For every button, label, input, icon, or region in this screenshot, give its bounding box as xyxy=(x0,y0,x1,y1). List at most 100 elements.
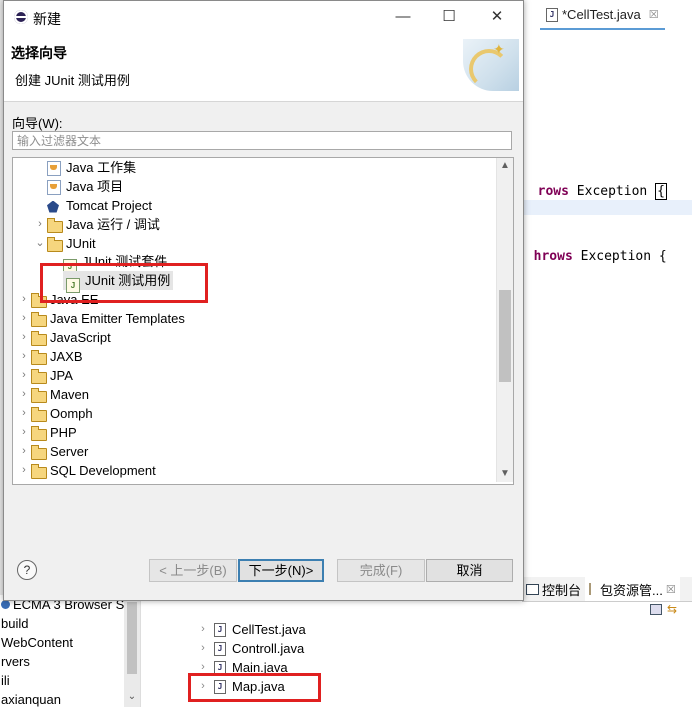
folder-icon xyxy=(31,368,47,384)
link-editor-icon[interactable]: ⇆ xyxy=(667,603,679,615)
folder-icon xyxy=(31,349,47,365)
expand-arrow-icon[interactable]: › xyxy=(17,290,31,309)
browser-icon xyxy=(1,600,10,609)
highlight-junit-test-case xyxy=(40,263,208,303)
tree-item-java-working-set[interactable]: Java 工作集 xyxy=(33,158,136,177)
dialog-title: 新建 xyxy=(33,11,61,27)
tree-item-oomph[interactable]: › Oomph xyxy=(17,404,93,423)
folder-icon xyxy=(47,217,63,233)
tree-item-tomcat-project[interactable]: Tomcat Project xyxy=(33,196,152,215)
collapse-all-icon[interactable] xyxy=(650,604,662,615)
list-item[interactable]: ili xyxy=(0,671,140,690)
header-subtitle: 创建 JUnit 测试用例 xyxy=(15,73,130,88)
help-icon[interactable]: ? xyxy=(17,560,37,580)
wizard-header: 选择向导 创建 JUnit 测试用例 xyxy=(4,33,523,102)
package-explorer-icon xyxy=(589,583,597,595)
highlight-map-java xyxy=(188,673,321,702)
next-button[interactable]: 下一步(N)> xyxy=(238,559,324,582)
wizard-label: 向导(W): xyxy=(12,116,63,131)
maximize-button[interactable]: ☐ xyxy=(426,1,472,33)
folder-icon xyxy=(47,236,63,252)
keyword-throws: hrows xyxy=(533,249,573,264)
code-text: Exception { xyxy=(572,249,667,264)
tree-item-javascript[interactable]: › JavaScript xyxy=(17,328,111,347)
tree-item-jpa[interactable]: › JPA xyxy=(17,366,73,385)
tree-item-java-run-debug[interactable]: › Java 运行 / 调试 xyxy=(33,215,160,234)
eclipse-icon xyxy=(14,10,28,24)
expand-arrow-icon[interactable]: › xyxy=(17,309,31,328)
tree-item-jaxb[interactable]: › JAXB xyxy=(17,347,83,366)
new-wizard-dialog: 新建 — ☐ ✕ 选择向导 创建 JUnit 测试用例 向导(W): Java … xyxy=(3,0,524,601)
tree-item-server[interactable]: › Server xyxy=(17,442,88,461)
tree-row[interactable]: › J CellTest.java xyxy=(198,620,306,639)
list-item[interactable]: axianquan xyxy=(0,690,140,709)
java-working-set-icon xyxy=(47,160,63,176)
list-item[interactable]: WebContent xyxy=(0,633,140,652)
editor-tab-celltest[interactable]: J *CellTest.java ☒ xyxy=(540,2,665,30)
code-line-1: rows Exception { xyxy=(522,168,667,200)
tree-row[interactable]: › J Controll.java xyxy=(198,639,306,658)
code-text: Exception xyxy=(568,184,656,199)
tree-item-java-project[interactable]: Java 项目 xyxy=(33,177,123,196)
expand-icon[interactable]: › xyxy=(198,639,208,658)
scroll-up-icon[interactable]: ▲ xyxy=(497,158,513,174)
bottom-view-tabs: 控制台 包资源管... ☒ xyxy=(522,577,692,602)
tree-item-java-emitter-templates[interactable]: › Java Emitter Templates xyxy=(17,309,185,328)
filter-input[interactable] xyxy=(12,131,512,150)
package-tab-label: 包资源管... xyxy=(600,582,663,598)
tree-scrollbar[interactable]: ▲ ▼ xyxy=(496,158,513,482)
scroll-thumb[interactable] xyxy=(499,290,511,382)
code-line-2: hrows Exception { xyxy=(518,234,667,264)
expand-arrow-icon[interactable]: › xyxy=(17,461,31,480)
left-project-panel: ECMA 3 Browser S build WebContent rvers … xyxy=(0,595,141,707)
java-project-icon xyxy=(47,179,63,195)
expand-arrow-icon[interactable]: › xyxy=(17,385,31,404)
java-file-icon: J xyxy=(214,622,226,637)
tree-item-maven[interactable]: › Maven xyxy=(17,385,89,404)
wizard-banner-icon xyxy=(463,39,519,91)
expand-arrow-icon[interactable]: › xyxy=(17,366,31,385)
java-file-icon: J xyxy=(214,641,226,656)
expand-arrow-icon[interactable]: › xyxy=(17,328,31,347)
list-item[interactable]: rvers xyxy=(0,652,140,671)
keyword-throws: rows xyxy=(537,184,569,199)
close-tab-icon[interactable]: ☒ xyxy=(649,2,659,28)
tab-package-explorer[interactable]: 包资源管... ☒ xyxy=(585,577,680,601)
editor-tab-label: *CellTest.java xyxy=(562,7,641,22)
expand-icon[interactable]: › xyxy=(198,620,208,639)
tree-item-sql-development[interactable]: › SQL Development xyxy=(17,461,156,480)
close-button[interactable]: ✕ xyxy=(474,1,520,33)
folder-icon xyxy=(31,406,47,422)
folder-icon xyxy=(31,425,47,441)
close-view-icon[interactable]: ☒ xyxy=(666,583,676,596)
dialog-titlebar: 新建 — ☐ ✕ xyxy=(4,1,523,33)
collapse-arrow-icon[interactable]: ⌄ xyxy=(33,234,47,253)
folder-icon xyxy=(31,444,47,460)
tab-console[interactable]: 控制台 xyxy=(522,580,585,599)
expand-arrow-icon[interactable]: › xyxy=(17,404,31,423)
expand-arrow-icon[interactable]: › xyxy=(17,442,31,461)
header-title: 选择向导 xyxy=(11,45,67,61)
folder-icon xyxy=(31,311,47,327)
tree-item-php[interactable]: › PHP xyxy=(17,423,77,442)
list-item[interactable]: build xyxy=(0,614,140,633)
tree-item-junit[interactable]: ⌄ JUnit xyxy=(33,234,96,253)
scroll-down-icon[interactable]: ▼ xyxy=(497,466,513,482)
wizard-tree: Java 工作集 Java 项目 Tomcat Project › Java 运… xyxy=(12,157,514,485)
folder-icon xyxy=(31,330,47,346)
current-line-highlight xyxy=(522,200,692,215)
expand-arrow-icon[interactable]: › xyxy=(17,347,31,366)
back-button[interactable]: < 上一步(B) xyxy=(149,559,237,582)
expand-arrow-icon[interactable]: › xyxy=(33,215,47,234)
console-tab-label: 控制台 xyxy=(542,582,582,598)
expand-arrow-icon[interactable]: › xyxy=(17,423,31,442)
java-file-icon: J xyxy=(546,8,558,22)
tomcat-icon xyxy=(47,199,63,213)
brace-cursor: { xyxy=(655,183,667,200)
folder-icon xyxy=(31,387,47,403)
scroll-down-icon[interactable]: ⌄ xyxy=(124,691,140,702)
folder-icon xyxy=(31,463,47,479)
minimize-button[interactable]: — xyxy=(380,1,426,33)
cancel-button[interactable]: 取消 xyxy=(426,559,513,582)
finish-button[interactable]: 完成(F) xyxy=(337,559,425,582)
